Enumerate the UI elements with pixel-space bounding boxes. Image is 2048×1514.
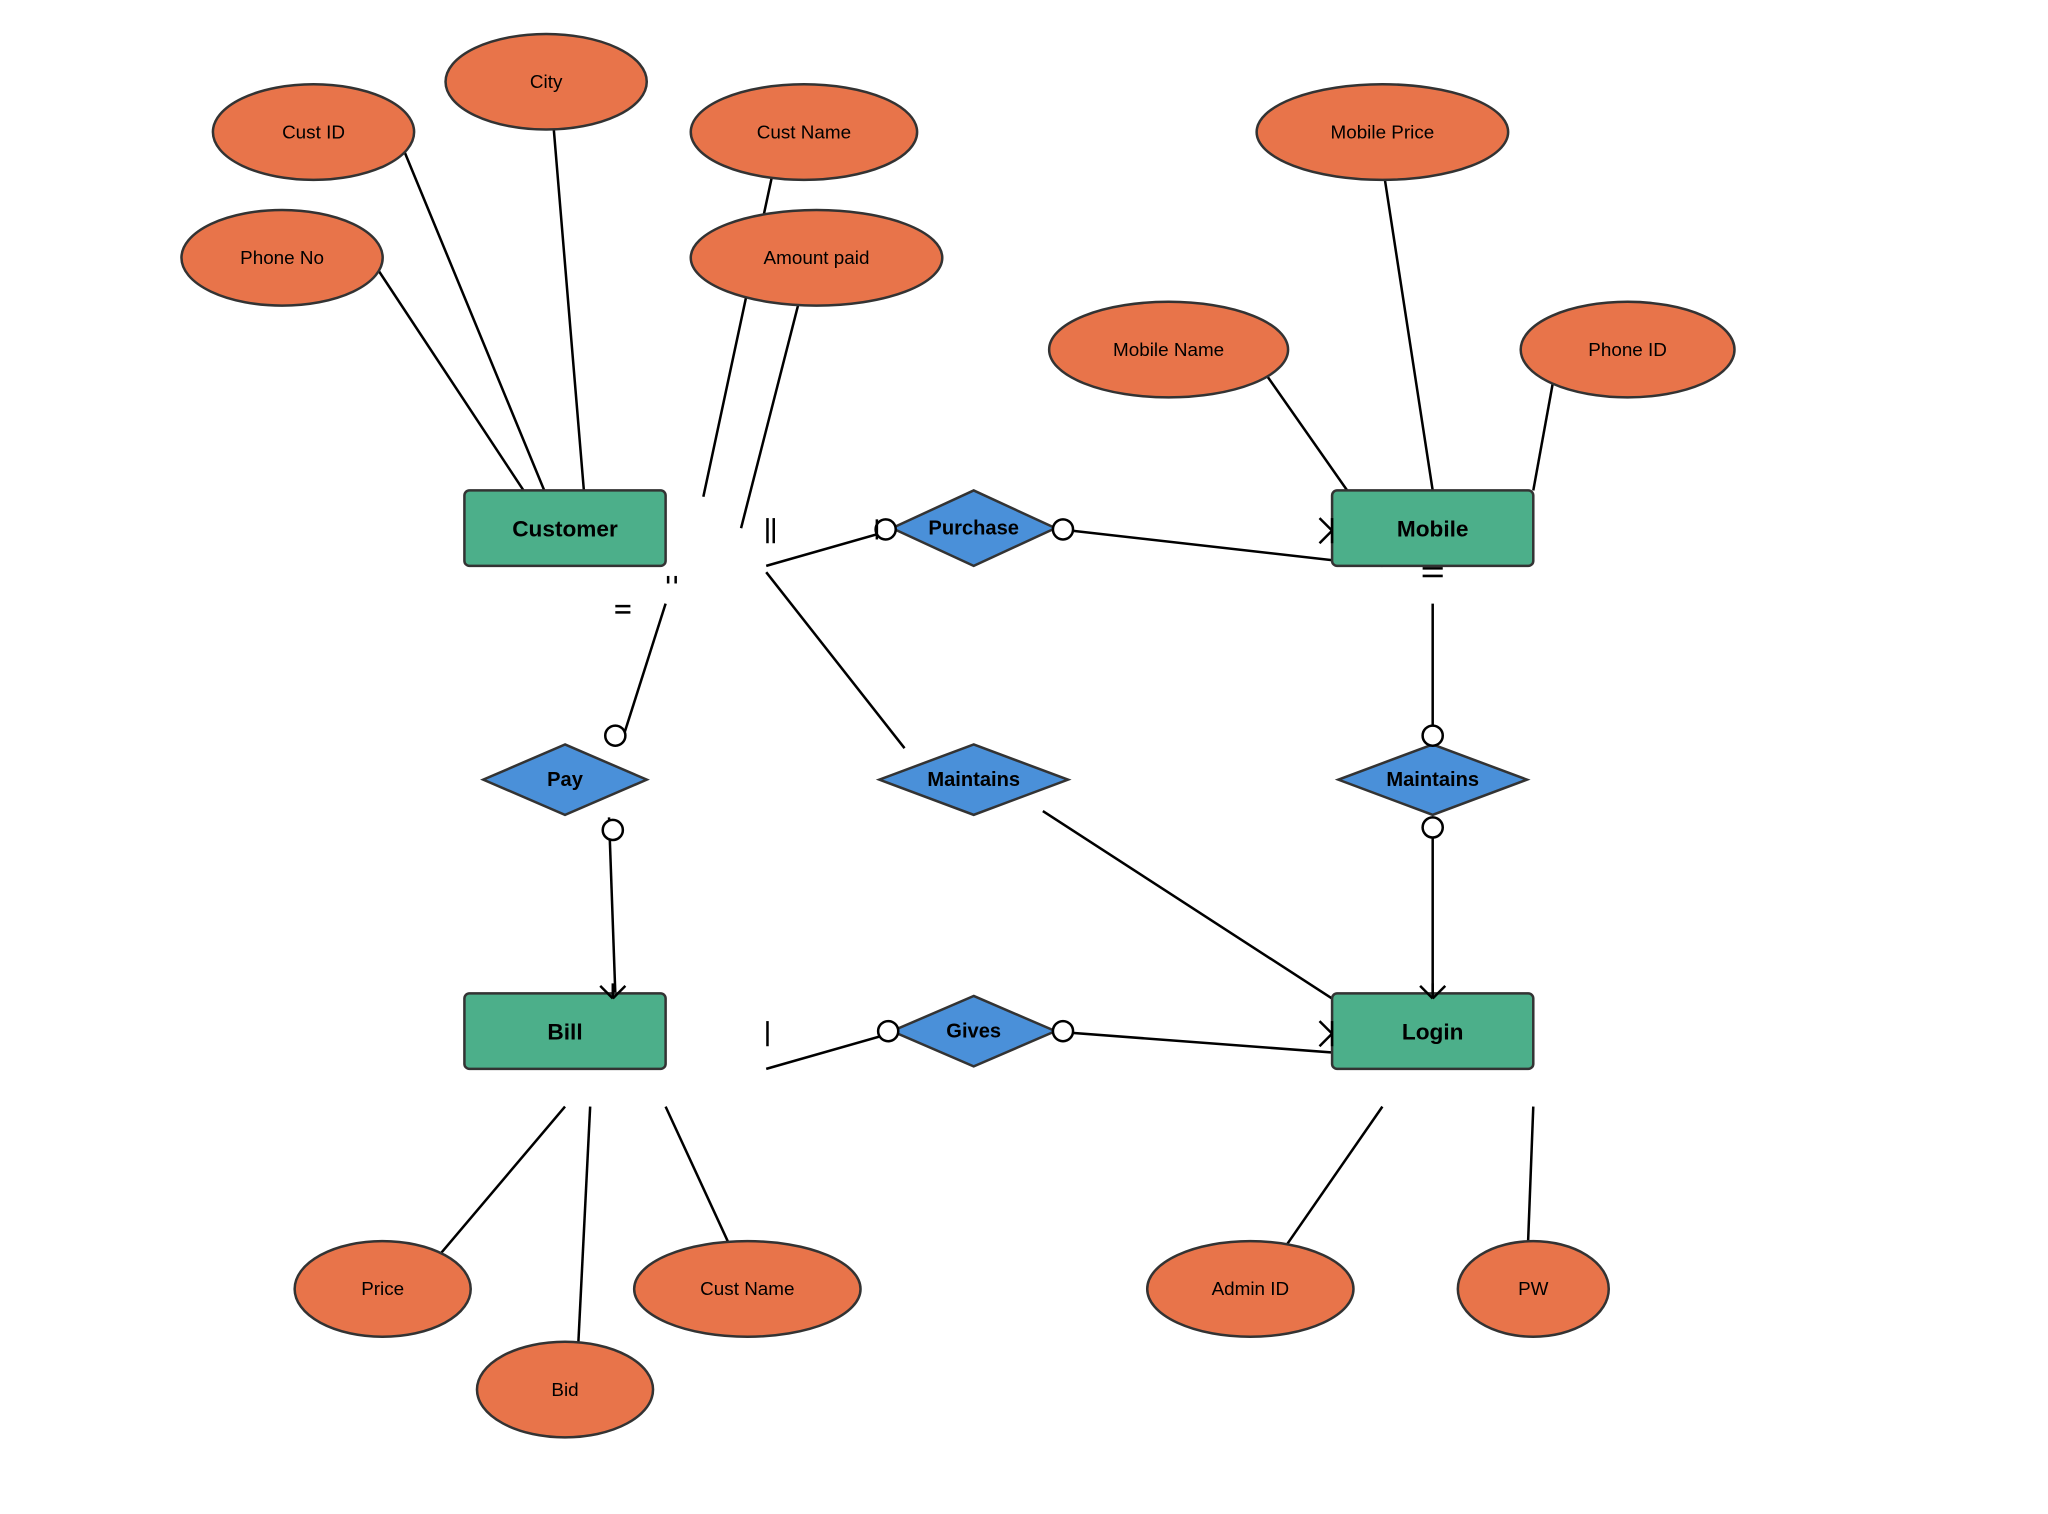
attr-cust-name-bill-label: Cust Name [700, 1278, 794, 1299]
relationship-maintains-left-label: Maintains [927, 769, 1020, 791]
attr-amount-paid-label: Amount paid [764, 247, 870, 268]
relationship-pay-label: Pay [547, 769, 584, 791]
er-diagram: Customer Mobile Bill Login Purchase Pay … [0, 0, 2048, 1509]
attr-mobile-name-label: Mobile Name [1113, 339, 1224, 360]
attr-phone-id-label: Phone ID [1588, 339, 1667, 360]
attr-bid-label: Bid [551, 1379, 578, 1400]
attr-phone-no-label: Phone No [240, 247, 324, 268]
attr-admin-id-label: Admin ID [1212, 1278, 1290, 1299]
attr-pw-label: PW [1518, 1278, 1549, 1299]
attr-mobile-price-label: Mobile Price [1331, 121, 1435, 142]
entity-login-label: Login [1402, 1020, 1464, 1045]
attr-price-label: Price [361, 1278, 404, 1299]
entity-customer-label: Customer [512, 517, 618, 542]
attr-cust-id-label: Cust ID [282, 121, 345, 142]
attr-city-label: City [530, 71, 563, 92]
entity-mobile-label: Mobile [1397, 517, 1469, 542]
relationship-maintains-right-label: Maintains [1386, 769, 1479, 791]
relationship-purchase-label: Purchase [928, 518, 1019, 540]
relationship-gives-label: Gives [946, 1021, 1001, 1043]
entity-bill-label: Bill [547, 1020, 582, 1045]
attr-cust-name-top-label: Cust Name [757, 121, 851, 142]
